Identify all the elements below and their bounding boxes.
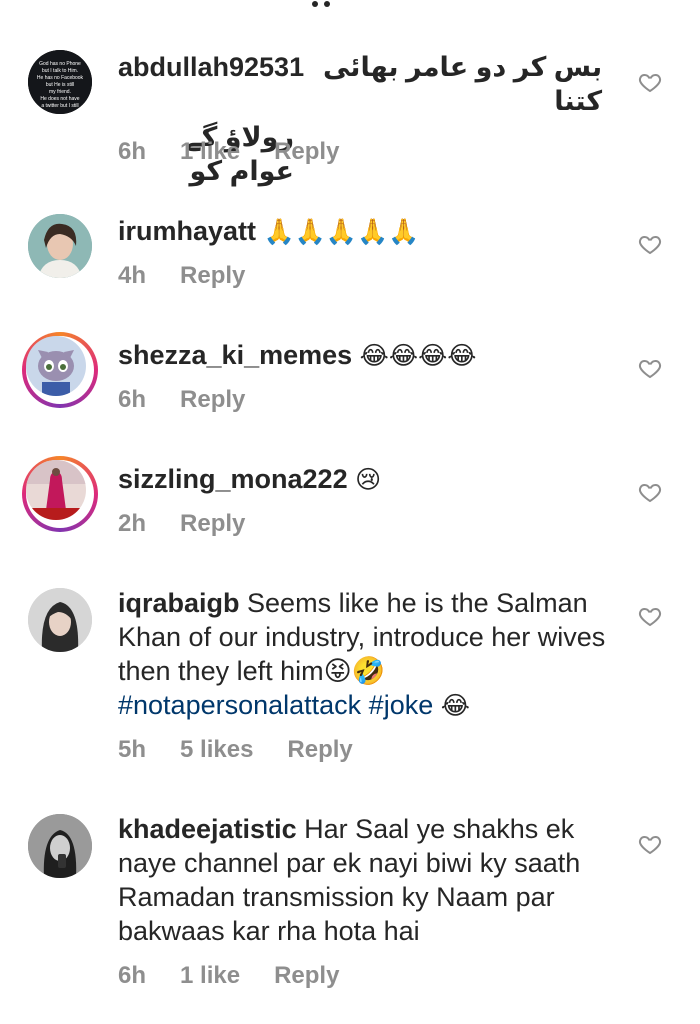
scroll-hint bbox=[312, 0, 342, 7]
reply-button[interactable]: Reply bbox=[180, 386, 245, 414]
heart-outline-icon[interactable] bbox=[638, 70, 662, 94]
comment-username[interactable]: irumhayatt bbox=[118, 216, 256, 246]
svg-text:but I talk to Him.: but I talk to Him. bbox=[42, 68, 78, 74]
comment-meta: 5h 5 likes Reply bbox=[118, 736, 353, 764]
comment-meta: 6h 1 like Reply bbox=[118, 138, 339, 166]
heart-outline-icon[interactable] bbox=[638, 356, 662, 380]
avatar[interactable] bbox=[22, 456, 98, 532]
comment-text: 😂😂😂😂 bbox=[359, 342, 477, 370]
heart-outline-icon[interactable] bbox=[638, 480, 662, 504]
reply-button[interactable]: Reply bbox=[180, 262, 245, 290]
comment-text-emoji: 😂 bbox=[440, 692, 470, 720]
svg-text:God has no Phone: God has no Phone bbox=[39, 61, 81, 67]
comment-meta: 4h Reply bbox=[118, 262, 245, 290]
comment-meta: 2h Reply bbox=[118, 510, 245, 538]
comment-body: shezza_ki_memes 😂😂😂😂 bbox=[118, 338, 618, 373]
comment-username[interactable]: sizzling_mona222 bbox=[118, 464, 348, 494]
comment-body: iqrabaigb Seems like he is the Salman Kh… bbox=[118, 586, 618, 723]
svg-text:a twitter but I still: a twitter but I still bbox=[41, 103, 78, 109]
comment-likes[interactable]: 1 like bbox=[180, 138, 240, 166]
avatar[interactable] bbox=[28, 214, 92, 278]
comment-time: 2h bbox=[118, 510, 147, 537]
avatar[interactable] bbox=[28, 814, 92, 878]
comment-username[interactable]: khadeejatistic bbox=[118, 814, 297, 844]
comment-likes[interactable]: 1 like bbox=[180, 962, 240, 990]
comment-text: 🙏🙏🙏🙏🙏 bbox=[263, 218, 420, 246]
svg-text:He has no Facebook: He has no Facebook bbox=[37, 75, 84, 81]
comment-time: 6h bbox=[118, 386, 147, 413]
comment-time: 5h bbox=[118, 736, 147, 763]
reply-button[interactable]: Reply bbox=[180, 510, 245, 538]
avatar[interactable] bbox=[22, 332, 98, 408]
comment-likes[interactable]: 5 likes bbox=[180, 736, 253, 764]
reply-button[interactable]: Reply bbox=[274, 138, 339, 166]
avatar[interactable]: God has no Phone but I talk to Him. He h… bbox=[28, 50, 92, 114]
reply-button[interactable]: Reply bbox=[274, 962, 339, 990]
comment-body: khadeejatistic Har Saal ye shakhs ek nay… bbox=[118, 812, 618, 948]
comment-text: بس کر دو عامر بھائی کتنا bbox=[322, 52, 603, 116]
svg-text:He does not have: He does not have bbox=[40, 96, 79, 102]
comment-body: abdullah92531 بس کر دو عامر بھائی کتنا ر… bbox=[118, 50, 618, 188]
comment-meta: 6h Reply bbox=[118, 386, 245, 414]
comment-meta: 6h 1 like Reply bbox=[118, 962, 339, 990]
comment-username[interactable]: shezza_ki_memes bbox=[118, 340, 352, 370]
comment-body: irumhayatt 🙏🙏🙏🙏🙏 bbox=[118, 214, 618, 249]
comment-body: sizzling_mona222 😢 bbox=[118, 462, 618, 497]
comment-hashtags[interactable]: #notapersonalattack #joke bbox=[118, 690, 433, 720]
svg-text:my friend.: my friend. bbox=[49, 89, 71, 95]
comment-time: 6h bbox=[118, 138, 147, 165]
avatar[interactable] bbox=[28, 588, 92, 652]
comment-time: 4h bbox=[118, 262, 147, 289]
reply-button[interactable]: Reply bbox=[287, 736, 352, 764]
svg-text:but He is still: but He is still bbox=[46, 82, 74, 88]
comment-time: 6h bbox=[118, 962, 147, 989]
comment-username[interactable]: iqrabaigb bbox=[118, 588, 240, 618]
heart-outline-icon[interactable] bbox=[638, 232, 662, 256]
comment-username[interactable]: abdullah92531 bbox=[118, 50, 304, 118]
comment-text: 😢 bbox=[355, 466, 382, 494]
heart-outline-icon[interactable] bbox=[638, 832, 662, 856]
heart-outline-icon[interactable] bbox=[638, 604, 662, 628]
